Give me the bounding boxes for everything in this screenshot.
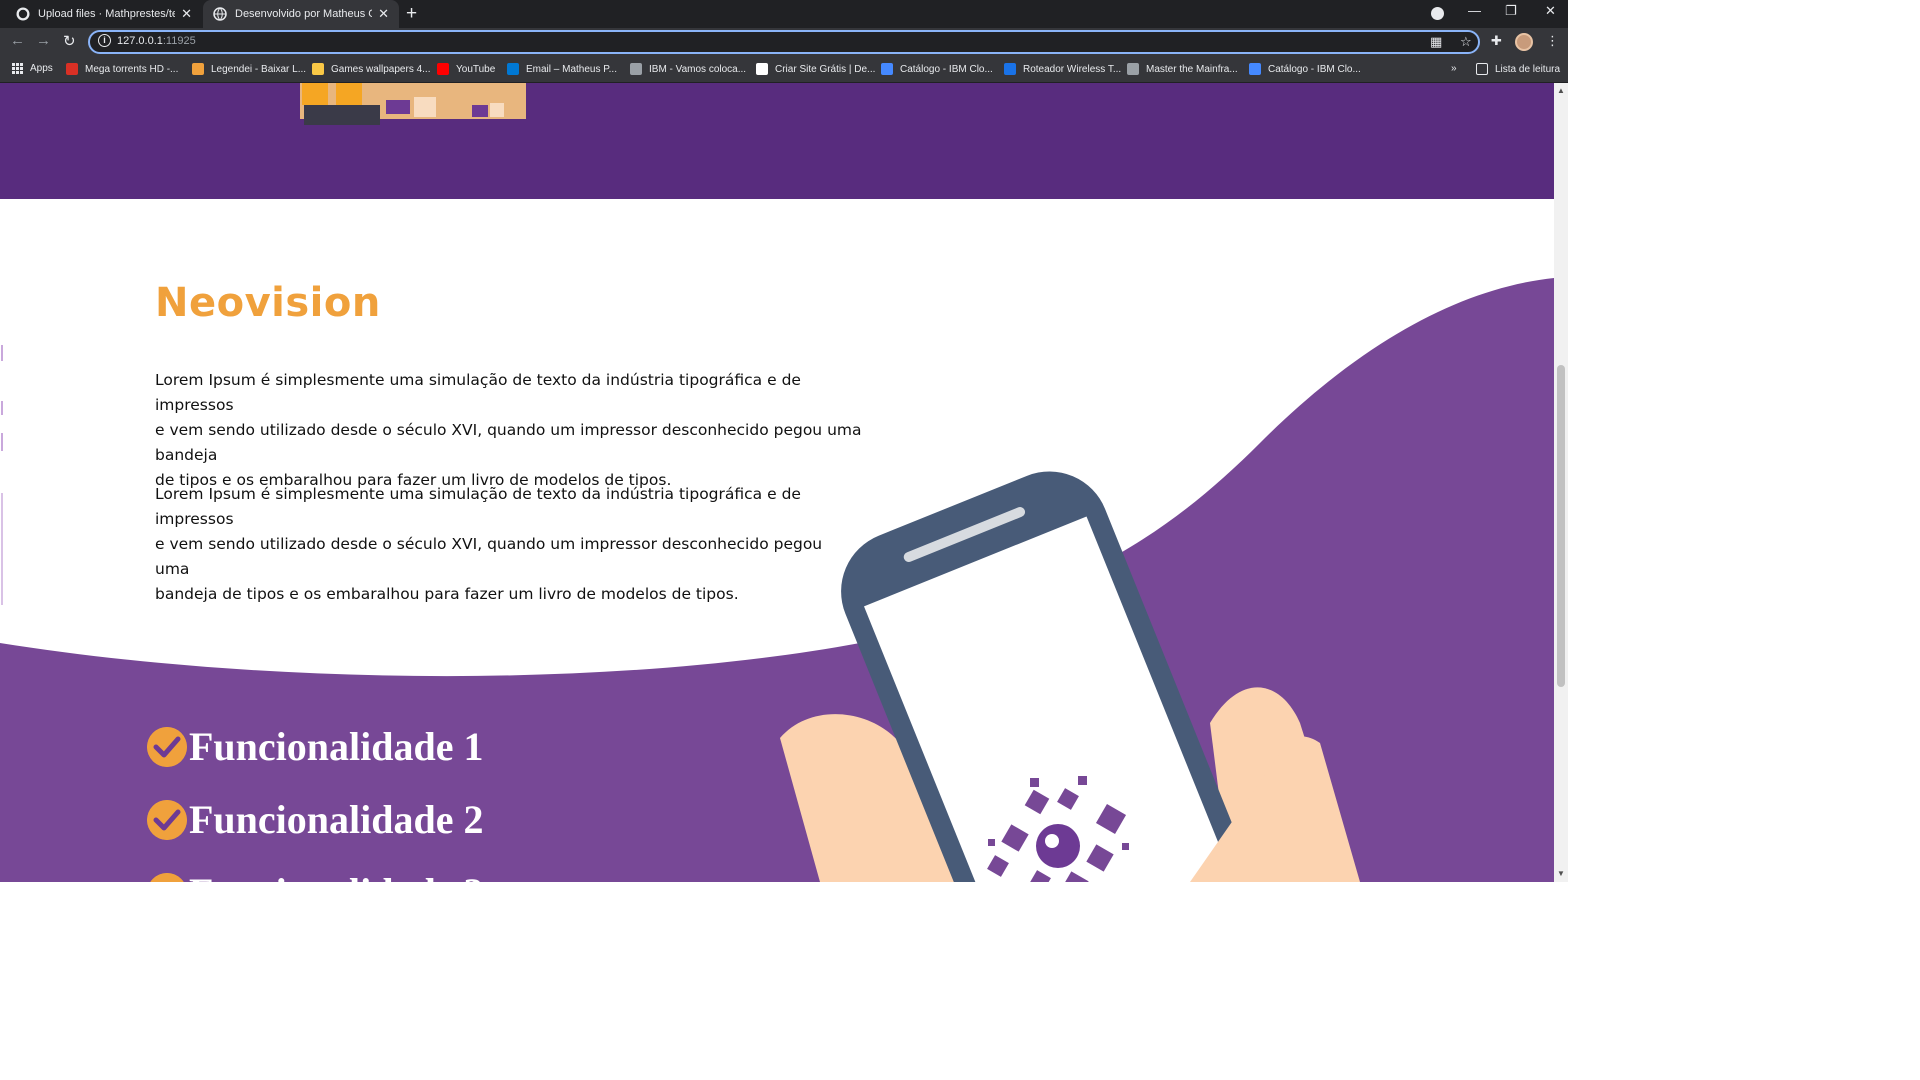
check-circle-icon <box>147 726 187 767</box>
bookmark-label: Mega torrents HD -... <box>85 63 179 75</box>
bookmark-item[interactable]: Master the Mainfra... <box>1127 63 1238 75</box>
hd-icon <box>66 63 78 75</box>
bookmark-label: Legendei - Baixar L... <box>211 63 307 75</box>
address-url: 127.0.0.1:11925 <box>117 35 196 47</box>
restore-button[interactable]: ❐ <box>1505 3 1517 19</box>
github-icon <box>16 7 30 21</box>
bookmark-label: Apps <box>30 63 53 74</box>
reading-list-icon <box>1476 63 1488 75</box>
reading-list-button[interactable]: Lista de leitura <box>1476 63 1560 75</box>
bookmark-item[interactable]: Catálogo - IBM Clo... <box>1249 63 1361 75</box>
feature-label: Funcionalidade 2 <box>189 797 484 842</box>
close-tab-icon[interactable]: ✕ <box>181 6 192 22</box>
list-item: Funcionalidade 1 <box>147 723 484 770</box>
list-item: Funcionalidade 2 <box>147 796 484 843</box>
tab-upload-files[interactable]: Upload files · Mathprestes/teste_ ✕ <box>6 0 202 28</box>
bookmark-label: Criar Site Grátis | De... <box>775 63 876 75</box>
scroll-up-icon[interactable]: ▲ <box>1557 86 1565 95</box>
menu-kebab-icon[interactable]: ⋮ <box>1546 33 1559 49</box>
page-scrollbar[interactable]: ▲ ▼ <box>1554 83 1568 882</box>
qr-code-icon[interactable]: ▦ <box>1430 34 1442 50</box>
minimize-button[interactable]: — <box>1468 3 1481 18</box>
paragraph-line: Lorem Ipsum é simplesmente uma simulação… <box>155 485 801 528</box>
new-tab-button[interactable]: + <box>406 3 417 25</box>
bookmark-label: Games wallpapers 4... <box>331 63 431 75</box>
bookmark-label: Roteador Wireless T... <box>1023 63 1122 75</box>
close-window-button[interactable]: ✕ <box>1545 3 1556 19</box>
bookmark-item[interactable]: Catálogo - IBM Clo... <box>881 63 993 75</box>
bookmark-star-icon[interactable]: ☆ <box>1460 34 1472 50</box>
intro-paragraph-2: Lorem Ipsum é simplesmente uma simulação… <box>155 482 835 607</box>
feature-label: Funcionalidade 3 <box>189 869 484 882</box>
extensions-puzzle-icon[interactable]: ✚ <box>1491 33 1502 49</box>
ibm-cloud-icon <box>881 63 893 75</box>
check-circle-icon <box>147 872 187 882</box>
scroll-down-icon[interactable]: ▼ <box>1557 869 1565 878</box>
bookmark-item[interactable]: Roteador Wireless T... <box>1004 63 1121 75</box>
avatar[interactable] <box>1515 33 1533 51</box>
bookmark-label: Master the Mainfra... <box>1146 63 1238 75</box>
bookmark-item[interactable]: IBM - Vamos coloca... <box>630 63 746 75</box>
tab-title: Desenvolvido por Matheus Gouv <box>235 8 372 20</box>
scroll-thumb[interactable] <box>1557 365 1565 687</box>
bookmark-label: Email – Matheus P... <box>526 63 617 75</box>
router-icon <box>1004 63 1016 75</box>
bookmarks-bar: » Lista de leitura Apps Mega torrents HD … <box>0 56 1568 83</box>
phone-hand-illustration <box>780 471 1360 882</box>
ibm-cloud-icon <box>1249 63 1261 75</box>
browser-toolbar: ← → ↻ i 127.0.0.1:11925 ▦ ☆ ✚ ⋮ <box>0 28 1568 56</box>
tab-strip: Upload files · Mathprestes/teste_ ✕ Dese… <box>0 0 1568 28</box>
bookmark-item[interactable]: YouTube <box>437 63 495 75</box>
paragraph-line: Lorem Ipsum é simplesmente uma simulação… <box>155 371 801 414</box>
site-info-icon[interactable]: i <box>98 34 111 47</box>
bookmark-item[interactable]: Games wallpapers 4... <box>312 63 431 75</box>
bookmark-item[interactable]: Apps <box>12 63 53 74</box>
left-edge-marks <box>1 345 3 605</box>
globe-icon <box>213 7 227 21</box>
ibm-icon <box>630 63 642 75</box>
list-item: Funcionalidade 3 <box>147 869 484 882</box>
forward-arrow-icon[interactable]: → <box>36 32 51 49</box>
legendei-icon <box>192 63 204 75</box>
more-bookmarks-button[interactable]: » <box>1451 63 1457 74</box>
outlook-icon <box>507 63 519 75</box>
bookmark-item[interactable]: Mega torrents HD -... <box>66 63 178 75</box>
feature-label: Funcionalidade 1 <box>189 724 484 769</box>
wix-icon <box>756 63 768 75</box>
youtube-icon <box>437 63 449 75</box>
close-tab-icon[interactable]: ✕ <box>378 6 389 22</box>
bookmark-label: YouTube <box>456 63 496 75</box>
bookmark-label: Catálogo - IBM Clo... <box>900 63 993 75</box>
bookmark-label: Catálogo - IBM Clo... <box>1268 63 1361 75</box>
page-title: Neovision <box>155 280 381 326</box>
tab-desenvolvido[interactable]: Desenvolvido por Matheus Gouv ✕ <box>203 0 399 28</box>
tab-search-icon[interactable] <box>1431 7 1444 20</box>
bookmark-item[interactable]: Legendei - Baixar L... <box>192 63 306 75</box>
bookmark-label: IBM - Vamos coloca... <box>649 63 747 75</box>
w-icon <box>312 63 324 75</box>
apps-grid-icon <box>12 63 23 74</box>
reload-icon[interactable]: ↻ <box>63 32 76 50</box>
tab-title: Upload files · Mathprestes/teste_ <box>38 8 176 20</box>
address-bar[interactable]: i 127.0.0.1:11925 ▦ ☆ <box>88 30 1480 54</box>
page-viewport: Neovision Lorem Ipsum é simplesmente uma… <box>0 83 1554 882</box>
paragraph-line: bandeja de tipos e os embaralhou para fa… <box>155 585 739 603</box>
bookmark-item[interactable]: Email – Matheus P... <box>507 63 617 75</box>
bookmark-item[interactable]: Criar Site Grátis | De... <box>756 63 875 75</box>
check-circle-icon <box>147 799 187 840</box>
paragraph-line: e vem sendo utilizado desde o século XVI… <box>155 535 823 578</box>
ibm-icon <box>1127 63 1139 75</box>
back-arrow-icon[interactable]: ← <box>10 32 25 49</box>
